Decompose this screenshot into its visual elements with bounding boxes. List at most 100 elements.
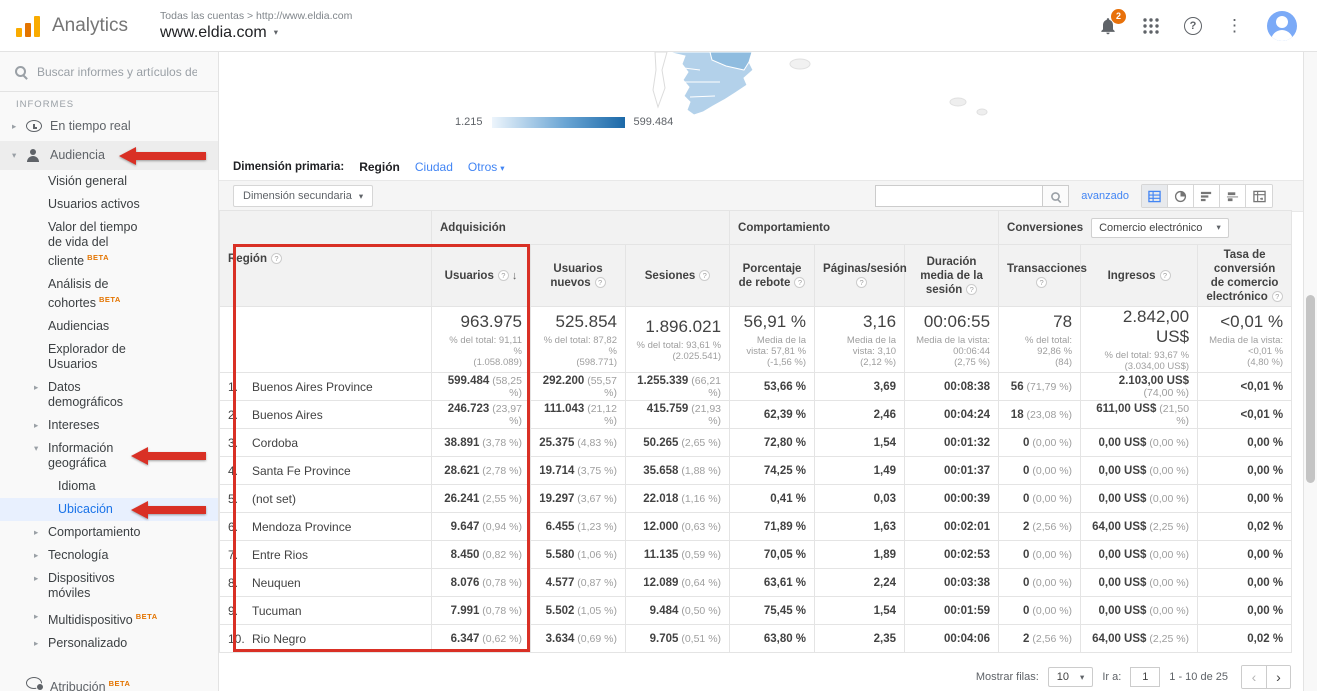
analytics-home-link[interactable]: Analytics	[0, 15, 138, 37]
column-header-usuarios[interactable]: Usuarios?↓	[432, 245, 531, 307]
sidebar-item-datos-demograficos[interactable]: ▸Datos demográficos	[0, 376, 218, 414]
table-row[interactable]: 1.Buenos Aires Province599.484 (58,25 %)…	[220, 373, 1292, 401]
secondary-dimension-button[interactable]: Dimensión secundaria ▾	[233, 185, 373, 207]
advanced-search-link[interactable]: avanzado	[1081, 190, 1129, 202]
sidebar-item-intereses[interactable]: ▸Intereses	[0, 414, 218, 437]
scrollbar-thumb[interactable]	[1306, 295, 1315, 483]
sidebar-item-audiencia[interactable]: ▾Audiencia	[0, 141, 218, 170]
help-icon[interactable]: ?	[1272, 291, 1283, 302]
help-icon[interactable]: ?	[595, 277, 606, 288]
sidebar-item-comportamiento[interactable]: ▸Comportamiento	[0, 521, 218, 544]
chevron-down-icon[interactable]: ▾	[34, 441, 48, 456]
region-cell[interactable]: 3.Cordoba	[220, 429, 432, 457]
help-icon[interactable]: ?	[271, 253, 282, 264]
region-cell[interactable]: 6.Mendoza Province	[220, 513, 432, 541]
next-page-button[interactable]: ›	[1266, 666, 1290, 688]
apps-grid-button[interactable]	[1142, 17, 1160, 35]
region-cell[interactable]: 5.(not set)	[220, 485, 432, 513]
sidebar-item-explorador-de-usuarios[interactable]: Explorador de Usuarios	[0, 338, 218, 376]
help-icon[interactable]: ?	[856, 277, 867, 288]
sidebar-item-ubicacion[interactable]: Ubicación	[0, 498, 218, 521]
data-view-button[interactable]	[1142, 185, 1168, 207]
table-row[interactable]: 7.Entre Rios8.450 (0,82 %)5.580 (1,06 %)…	[220, 541, 1292, 569]
region-cell[interactable]: 10.Rio Negro	[220, 625, 432, 653]
ecommerce-selector[interactable]: Comercio electrónico▾	[1091, 218, 1229, 238]
help-button[interactable]: ?	[1184, 17, 1202, 35]
help-icon[interactable]: ?	[1160, 270, 1171, 281]
pivot-view-button[interactable]	[1246, 185, 1272, 207]
help-icon[interactable]: ?	[699, 270, 710, 281]
percentage-view-button[interactable]	[1168, 185, 1194, 207]
rows-per-page-select[interactable]: 10 ▾	[1048, 667, 1094, 687]
column-header-paginas-sesion[interactable]: Páginas/sesión?	[815, 245, 905, 307]
column-header-porcentaje-de-rebote[interactable]: Porcentaje de rebote?	[730, 245, 815, 307]
sidebar-item-usuarios-activos[interactable]: Usuarios activos	[0, 193, 218, 216]
chevron-right-icon[interactable]: ▸	[34, 571, 48, 586]
region-cell[interactable]: 4.Santa Fe Province	[220, 457, 432, 485]
column-header-duracion-media-de-la-sesion[interactable]: Duración media de la sesión?	[905, 245, 999, 307]
table-row[interactable]: 10.Rio Negro6.347 (0,62 %)3.634 (0,69 %)…	[220, 625, 1292, 653]
prev-page-button[interactable]: ‹	[1242, 666, 1266, 688]
help-icon[interactable]: ?	[498, 270, 509, 281]
sidebar-item-vision-general[interactable]: Visión general	[0, 170, 218, 193]
column-header-ingresos[interactable]: Ingresos?	[1081, 245, 1198, 307]
chevron-down-icon[interactable]: ▾	[12, 148, 26, 163]
sidebar-item-analisis-de-cohortes[interactable]: Análisis de cohortesBETA	[0, 273, 218, 315]
table-row[interactable]: 3.Cordoba38.891 (3,78 %)25.375 (4,83 %)5…	[220, 429, 1292, 457]
dimension-option-ciudad[interactable]: Ciudad	[415, 160, 453, 174]
column-header-sesiones[interactable]: Sesiones?	[626, 245, 730, 307]
metric-percent: (0,78 %)	[479, 605, 522, 617]
help-icon[interactable]: ?	[1036, 277, 1047, 288]
table-row[interactable]: 6.Mendoza Province9.647 (0,94 %)6.455 (1…	[220, 513, 1292, 541]
geo-map[interactable]	[600, 52, 1020, 152]
chevron-right-icon[interactable]: ▸	[34, 525, 48, 540]
table-row[interactable]: 8.Neuquen8.076 (0,78 %)4.577 (0,87 %)12.…	[220, 569, 1292, 597]
sidebar-item-audiencias[interactable]: Audiencias	[0, 315, 218, 338]
sidebar-item-tecnologia[interactable]: ▸Tecnología	[0, 544, 218, 567]
dimension-option-region[interactable]: Región	[359, 160, 400, 174]
more-options-button[interactable]: ⋮	[1226, 17, 1243, 34]
sidebar-item-atribucion[interactable]: AtribuciónBETA	[0, 669, 218, 691]
goto-page-input[interactable]	[1130, 667, 1160, 687]
sort-desc-icon[interactable]: ↓	[512, 270, 518, 282]
table-row[interactable]: 9.Tucuman7.991 (0,78 %)5.502 (1,05 %)9.4…	[220, 597, 1292, 625]
sidebar-item-idioma[interactable]: Idioma	[0, 475, 218, 498]
chevron-right-icon[interactable]: ▸	[34, 418, 48, 433]
account-switcher[interactable]: Todas las cuentas > http://www.eldia.com…	[160, 10, 352, 42]
region-cell[interactable]: 2.Buenos Aires	[220, 401, 432, 429]
chevron-right-icon[interactable]: ▸	[34, 380, 48, 395]
chevron-right-icon[interactable]: ▸	[34, 548, 48, 563]
column-header-region[interactable]: Región?	[220, 211, 432, 307]
region-cell[interactable]: 9.Tucuman	[220, 597, 432, 625]
dimension-option-otros[interactable]: Otros▾	[468, 160, 505, 174]
help-icon[interactable]: ?	[966, 284, 977, 295]
column-header-usuarios-nuevos[interactable]: Usuarios nuevos?	[531, 245, 626, 307]
sidebar-search[interactable]	[0, 52, 218, 92]
table-search-input[interactable]	[875, 185, 1043, 207]
table-row[interactable]: 4.Santa Fe Province28.621 (2,78 %)19.714…	[220, 457, 1292, 485]
sidebar-item-multidispositivo[interactable]: ▸MultidispositivoBETA	[0, 605, 218, 632]
sidebar-item-en-tiempo-real[interactable]: ▸En tiempo real	[0, 112, 218, 141]
region-cell[interactable]: 8.Neuquen	[220, 569, 432, 597]
account-avatar-button[interactable]	[1267, 11, 1297, 41]
region-cell[interactable]: 1.Buenos Aires Province	[220, 373, 432, 401]
help-icon[interactable]: ?	[794, 277, 805, 288]
table-search-button[interactable]	[1043, 185, 1069, 207]
region-cell[interactable]: 7.Entre Rios	[220, 541, 432, 569]
notifications-button[interactable]: 2	[1098, 16, 1118, 36]
chevron-right-icon[interactable]: ▸	[34, 609, 48, 624]
sidebar-item-valor-del-tiempo-de-vida-del-cliente[interactable]: Valor del tiempo de vida del clienteBETA	[0, 216, 218, 273]
sidebar-item-informacion-geografica[interactable]: ▾Información geográfica	[0, 437, 218, 475]
sidebar-item-dispositivos-moviles[interactable]: ▸Dispositivos móviles	[0, 567, 218, 605]
column-header-transacciones[interactable]: Transacciones?	[999, 245, 1081, 307]
table-row[interactable]: 2.Buenos Aires246.723 (23,97 %)111.043 (…	[220, 401, 1292, 429]
column-header-tasa-de-conversion-de-comercio-electronico[interactable]: Tasa de conversión de comercio electróni…	[1198, 245, 1292, 307]
vertical-scrollbar[interactable]	[1303, 52, 1317, 691]
table-row[interactable]: 5.(not set)26.241 (2,55 %)19.297 (3,67 %…	[220, 485, 1292, 513]
performance-view-button[interactable]	[1194, 185, 1220, 207]
search-input[interactable]	[37, 65, 197, 79]
chevron-right-icon[interactable]: ▸	[34, 636, 48, 651]
sidebar-item-personalizado[interactable]: ▸Personalizado	[0, 632, 218, 655]
comparison-view-button[interactable]	[1220, 185, 1246, 207]
chevron-right-icon[interactable]: ▸	[12, 119, 26, 134]
